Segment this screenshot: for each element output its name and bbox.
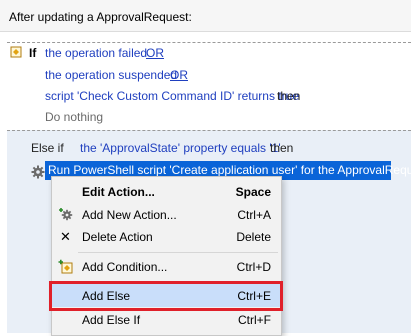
- else-condition-suffix: then: [270, 141, 294, 155]
- menu-item-shortcut: Delete: [236, 230, 271, 244]
- condition-3[interactable]: script 'Check Custom Command ID' returns…: [45, 89, 299, 103]
- context-menu: Edit Action... Space Add New Action... C…: [51, 176, 282, 336]
- menu-item-shortcut: Ctrl+F: [238, 313, 271, 327]
- menu-item-add-new-action[interactable]: Add New Action... Ctrl+A: [52, 203, 281, 226]
- condition-add-icon: [58, 259, 73, 274]
- gear-icon: [31, 165, 45, 179]
- condition-2-op[interactable]: OR: [170, 68, 188, 82]
- else-condition[interactable]: the 'ApprovalState' property equals '1': [80, 141, 281, 155]
- if-keyword: If: [29, 46, 37, 60]
- menu-item-label: Edit Action...: [82, 185, 155, 199]
- condition-2[interactable]: the operation suspended: [45, 68, 177, 82]
- condition-1-op[interactable]: OR: [146, 46, 164, 60]
- menu-item-label: Add Else If: [82, 313, 141, 327]
- menu-item-add-else-if[interactable]: Add Else If Ctrl+F: [52, 308, 281, 331]
- page-header: After updating a ApprovalRequest:: [0, 0, 411, 32]
- menu-separator: [78, 252, 278, 253]
- if-action[interactable]: Do nothing: [45, 110, 103, 124]
- menu-item-add-condition[interactable]: Add Condition... Ctrl+D: [52, 255, 281, 278]
- condition-1[interactable]: the operation failed: [45, 46, 147, 60]
- highlight-annotation: [49, 281, 283, 311]
- menu-item-shortcut: Ctrl+A: [237, 208, 271, 222]
- close-icon: ✕: [60, 229, 71, 244]
- menu-item-shortcut: Space: [235, 185, 271, 199]
- menu-item-shortcut: Ctrl+D: [236, 260, 271, 274]
- menu-item-label: Add Condition...: [82, 260, 168, 274]
- condition-3-suffix: then: [277, 89, 301, 103]
- else-if-keyword: Else if: [31, 141, 64, 155]
- menu-item-delete-action[interactable]: ✕ Delete Action Delete: [52, 225, 281, 248]
- menu-item-label: Delete Action: [82, 230, 153, 244]
- page-title: After updating a ApprovalRequest:: [9, 10, 192, 24]
- menu-item-label: Add New Action...: [82, 208, 177, 222]
- menu-item-edit-action[interactable]: Edit Action... Space: [52, 180, 281, 203]
- gear-add-icon: [59, 208, 73, 221]
- condition-icon: [10, 46, 22, 58]
